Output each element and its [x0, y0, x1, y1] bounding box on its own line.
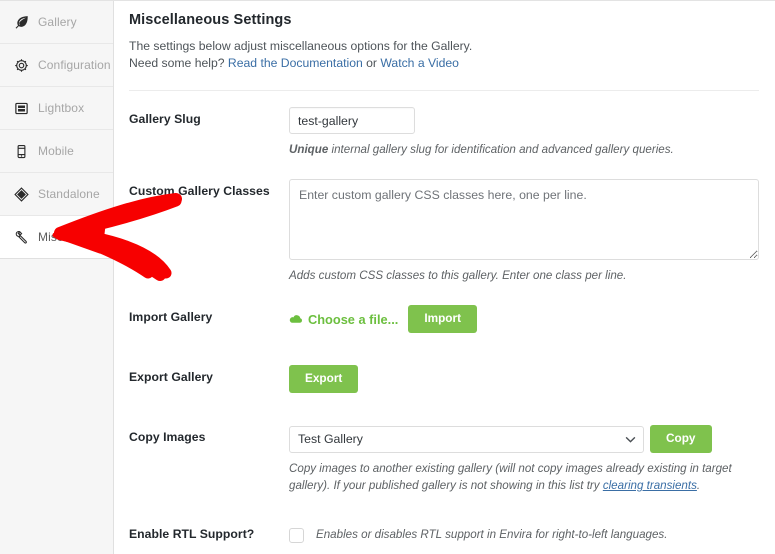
setting-row-copy-images: Copy Images Test Gallery Copy Copy image… — [129, 393, 759, 494]
sidebar-item-label: Mobile — [38, 144, 74, 158]
setting-row-import-gallery: Import Gallery Choose a file... Import — [129, 284, 759, 333]
rtl-support-description: Enables or disables RTL support in Envir… — [316, 528, 668, 541]
copy-images-label: Copy Images — [129, 430, 206, 444]
page-title: Miscellaneous Settings — [129, 12, 292, 28]
rtl-support-label: Enable RTL Support? — [129, 527, 255, 541]
cloud-upload-icon — [289, 314, 303, 325]
sidebar-item-configuration[interactable]: Configuration — [0, 44, 113, 87]
custom-classes-label: Custom Gallery Classes — [129, 184, 270, 198]
copy-images-select[interactable]: Test Gallery — [289, 425, 644, 453]
sidebar-item-gallery[interactable]: Gallery — [0, 1, 113, 44]
setting-row-gallery-slug: Gallery Slug Unique internal gallery slu… — [129, 91, 759, 158]
sidebar-item-label: Gallery — [38, 15, 77, 29]
read-documentation-link[interactable]: Read the Documentation — [228, 56, 363, 70]
gallery-slug-description-strong: Unique — [289, 143, 329, 156]
setting-row-export-gallery: Export Gallery Export — [129, 333, 759, 393]
sidebar-item-label: Standalone — [38, 187, 100, 201]
intro-or: or — [366, 56, 377, 70]
import-gallery-label: Import Gallery — [129, 310, 213, 324]
gallery-slug-description-rest: internal gallery slug for identification… — [331, 143, 674, 156]
intro-text: The settings below adjust miscellaneous … — [129, 38, 759, 72]
sidebar-item-label: Configuration — [38, 58, 111, 72]
lightbox-icon — [13, 100, 29, 116]
sidebar-item-misc[interactable]: Misc — [0, 216, 114, 259]
sidebar-item-label: Misc — [38, 230, 64, 244]
sidebar-item-mobile[interactable]: Mobile — [0, 130, 113, 173]
clearing-transients-link[interactable]: clearing transients — [603, 479, 697, 492]
custom-classes-description: Adds custom CSS classes to this gallery.… — [289, 269, 627, 282]
rtl-support-checkbox[interactable] — [289, 528, 304, 543]
settings-main: Miscellaneous Settings The settings belo… — [114, 1, 775, 554]
intro-line-1: The settings below adjust miscellaneous … — [129, 39, 473, 53]
choose-file-button[interactable]: Choose a file... — [289, 312, 398, 327]
sidebar-item-lightbox[interactable]: Lightbox — [0, 87, 113, 130]
setting-row-custom-classes: Custom Gallery Classes Adds custom CSS c… — [129, 158, 759, 284]
wrench-icon — [13, 229, 29, 245]
copy-images-description-part2: . — [696, 479, 701, 492]
export-gallery-label: Export Gallery — [129, 370, 214, 384]
sidebar-item-standalone[interactable]: Standalone — [0, 173, 113, 216]
gallery-slug-label: Gallery Slug — [129, 112, 201, 126]
gallery-slug-description: Unique internal gallery slug for identif… — [289, 141, 759, 158]
choose-file-label: Choose a file... — [308, 311, 399, 327]
gear-icon — [13, 57, 29, 73]
settings-sidebar: Gallery Configuration Lightbox Mobile St… — [0, 1, 114, 554]
copy-images-description: Copy images to another existing gallery … — [289, 460, 759, 494]
settings-panel: Gallery Configuration Lightbox Mobile St… — [0, 0, 775, 554]
setting-row-rtl-support: Enable RTL Support? Enables or disables … — [129, 494, 759, 543]
import-button[interactable]: Import — [408, 305, 478, 333]
leaf-icon — [13, 14, 29, 30]
export-button[interactable]: Export — [289, 365, 359, 393]
custom-classes-textarea[interactable] — [289, 179, 759, 260]
sidebar-item-label: Lightbox — [38, 101, 85, 115]
watch-video-link[interactable]: Watch a Video — [380, 56, 459, 70]
copy-button[interactable]: Copy — [650, 425, 712, 453]
intro-help-prefix: Need some help? — [129, 56, 225, 70]
diamond-icon — [13, 186, 29, 202]
mobile-icon — [13, 143, 29, 159]
gallery-slug-input[interactable] — [289, 107, 415, 134]
